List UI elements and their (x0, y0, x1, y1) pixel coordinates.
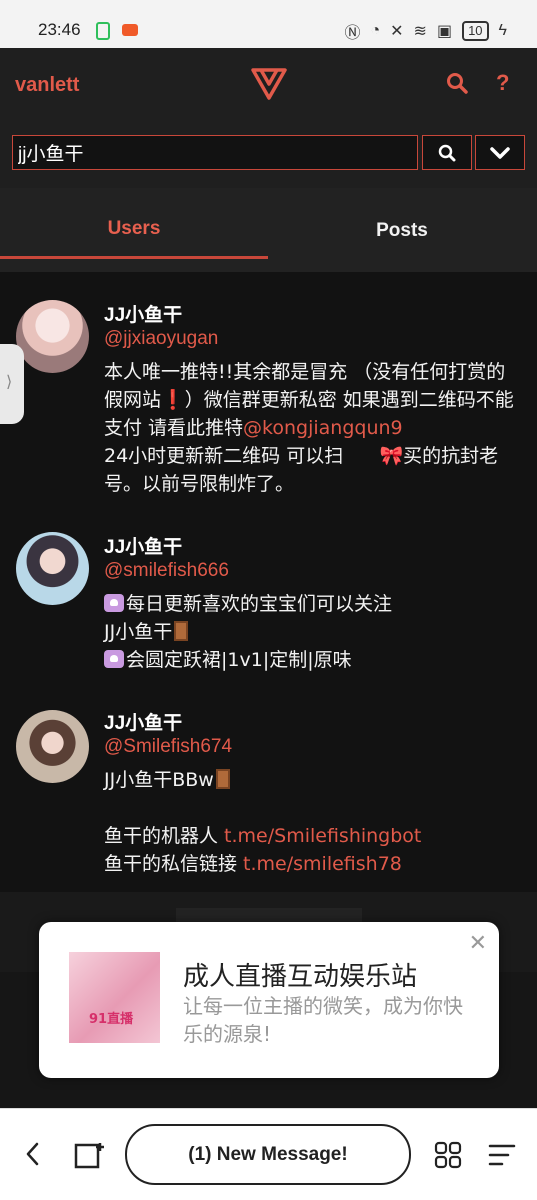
bio-text: 鱼干的私信链接 (104, 853, 244, 875)
user-name[interactable]: JJ小鱼干 (104, 532, 182, 559)
notification-app-icon (96, 22, 110, 40)
search-icon[interactable] (446, 72, 468, 94)
browser-toolbar: (1) New Message! (0, 1108, 537, 1200)
game-app-icon (122, 24, 138, 36)
user-name[interactable]: JJ小鱼干 (104, 300, 182, 327)
options-dropdown-button[interactable] (475, 135, 525, 170)
status-time: 23:46 (38, 20, 81, 39)
bio-link[interactable]: t.me/smilefish78 (243, 853, 402, 875)
bio-text: 每日更新喜欢的宝宝们可以关注 (126, 593, 393, 615)
tabs-icon[interactable] (74, 1141, 104, 1169)
ad-popup[interactable]: ✕ 91直播 成人直播互动娱乐站 让每一位主播的微笑，成为你快乐的源泉! (39, 922, 499, 1078)
heart-icon (104, 650, 124, 668)
heart-icon (104, 594, 124, 612)
user-handle[interactable]: @smilefish666 (104, 560, 229, 582)
search-icon (438, 144, 456, 161)
bio-text: 会圆定跃裙|1v1|定制|原味 (126, 649, 352, 671)
side-drawer-handle[interactable]: ⟩ (0, 344, 24, 424)
search-button[interactable] (422, 135, 472, 170)
status-icons: Ⓝ ◔ ✕ ≋ ▣ 10 ϟ (344, 19, 507, 43)
user-handle[interactable]: @Smilefish674 (104, 736, 232, 758)
search-input[interactable] (12, 135, 418, 170)
ad-title[interactable]: 成人直播互动娱乐站 (183, 956, 417, 993)
close-icon[interactable]: ✕ (469, 930, 487, 956)
logo-icon[interactable] (251, 66, 287, 102)
charging-icon: ϟ (498, 22, 507, 39)
bio-text: 鱼干的机器人 (104, 825, 225, 847)
nfc-icon: Ⓝ (344, 25, 361, 42)
status-bar: 23:46 Ⓝ ◔ ✕ ≋ ▣ 10 ϟ (0, 0, 537, 48)
chevron-right-icon: ⟩ (6, 374, 13, 391)
sim-icon: ▣ (436, 23, 453, 40)
chevron-down-icon (490, 146, 510, 159)
user-name[interactable]: JJ小鱼干 (104, 708, 182, 735)
back-icon[interactable] (22, 1141, 44, 1167)
tab-posts[interactable]: Posts (268, 188, 536, 259)
wifi-icon: ≋ (413, 23, 427, 40)
bio-mention-link[interactable]: @kongjiangqun9 (243, 417, 403, 439)
ad-image[interactable]: 91直播 (69, 952, 160, 1043)
menu-icon[interactable] (488, 1143, 516, 1167)
user-bio: 本人唯一推特!!其余都是冒充 （没有任何打赏的假网站❗）微信群更新私密 如果遇到… (104, 358, 524, 498)
tab-users[interactable]: Users (0, 188, 268, 259)
app-header: vanlett ? (0, 48, 537, 122)
battery-icon: 10 (462, 21, 489, 41)
user-bio: JJ小鱼干BBw 鱼干的机器人 t.me/Smilefishingbot 鱼干的… (104, 766, 524, 878)
apps-icon[interactable] (434, 1141, 462, 1169)
user-bio: 每日更新喜欢的宝宝们可以关注 JJ小鱼干 会圆定跃裙|1v1|定制|原味 (104, 590, 524, 674)
speed-icon: ◔ (370, 22, 381, 39)
user-list: JJ小鱼干 @jjxiaoyugan 本人唯一推特!!其余都是冒充 （没有任何打… (0, 272, 537, 892)
bio-text: JJ小鱼干BBw (104, 769, 214, 791)
avatar[interactable] (16, 300, 89, 373)
search-bar (0, 122, 537, 188)
bow-icon: 🎀 (379, 445, 404, 467)
avatar[interactable] (16, 710, 89, 783)
bio-link[interactable]: t.me/Smilefishingbot (224, 825, 421, 847)
exclamation-icon: ❗ (161, 389, 185, 411)
ad-description: 让每一位主播的微笑，成为你快乐的源泉! (183, 994, 463, 1046)
help-icon[interactable]: ? (496, 70, 509, 96)
door-icon (174, 621, 189, 641)
result-tabs: Users Posts (0, 188, 537, 272)
ad-image-label: 91直播 (89, 1012, 134, 1027)
avatar[interactable] (16, 532, 89, 605)
bio-text: 24小时更新新二维码 可以扫 (104, 445, 344, 467)
brand-name[interactable]: vanlett (15, 74, 79, 97)
new-message-button[interactable]: (1) New Message! (125, 1124, 411, 1185)
mute-icon: ✕ (390, 23, 404, 40)
bio-text: JJ小鱼干 (104, 621, 173, 643)
user-handle[interactable]: @jjxiaoyugan (104, 328, 218, 350)
door-icon (215, 769, 230, 789)
